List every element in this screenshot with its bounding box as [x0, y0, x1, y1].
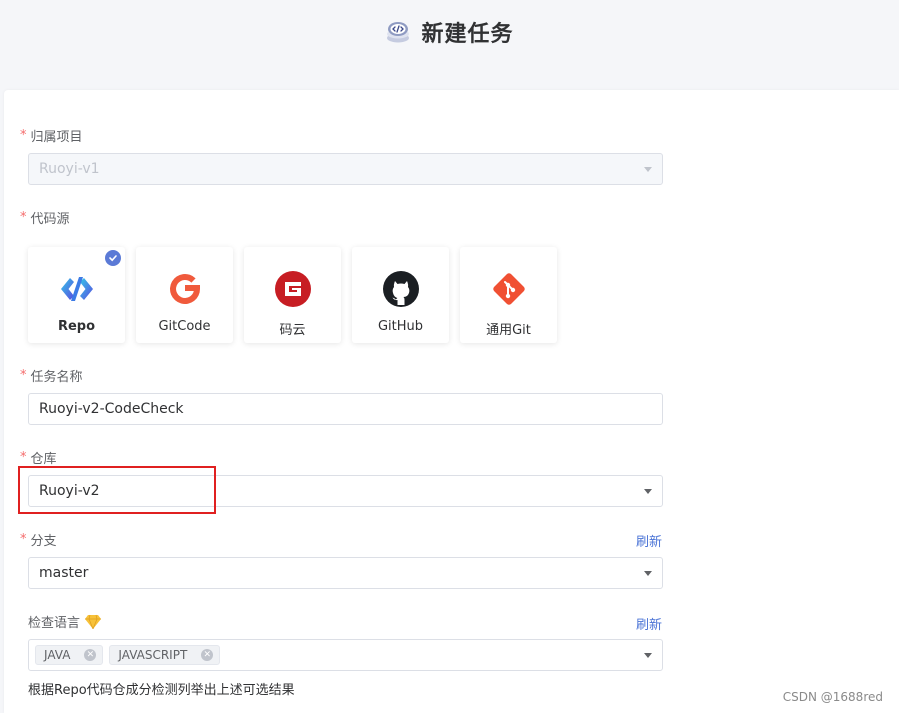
- required-mark: *: [20, 368, 27, 383]
- gitee-icon: [273, 269, 313, 309]
- branch-value: master: [39, 565, 89, 581]
- source-option-label: 通用Git: [486, 323, 531, 338]
- source-option-label: Repo: [57, 319, 96, 334]
- source-label: * 代码源: [20, 208, 70, 227]
- source-options: Repo GitCode 码云 GitHub 通用Git: [28, 247, 557, 343]
- language-tag-javascript: JAVASCRIPT ✕: [109, 645, 221, 665]
- branch-select[interactable]: master: [28, 557, 663, 589]
- language-multiselect[interactable]: JAVA ✕ JAVASCRIPT ✕: [28, 639, 663, 671]
- repository-label-text: 仓库: [30, 452, 57, 467]
- language-refresh-link[interactable]: 刷新: [636, 614, 662, 633]
- branch-refresh-link[interactable]: 刷新: [636, 531, 662, 550]
- git-icon: [489, 269, 529, 309]
- source-label-text: 代码源: [30, 212, 70, 227]
- github-icon: [381, 269, 421, 309]
- project-label-text: 归属项目: [30, 130, 83, 145]
- gitcode-icon: [165, 269, 205, 309]
- chevron-down-icon: [644, 571, 652, 576]
- task-name-label-text: 任务名称: [30, 370, 83, 385]
- required-mark: *: [20, 532, 27, 547]
- required-mark: *: [20, 128, 27, 143]
- close-icon[interactable]: ✕: [84, 649, 97, 661]
- tag-label: JAVASCRIPT: [118, 648, 188, 662]
- page-title: 新建任务: [421, 22, 514, 47]
- language-tag-java: JAVA ✕: [35, 645, 104, 665]
- source-option-label: 码云: [279, 323, 306, 338]
- header-inner: 新建任务: [385, 16, 513, 48]
- source-option-label: GitCode: [158, 319, 211, 334]
- check-icon: [105, 250, 121, 266]
- tag-label: JAVA: [44, 648, 71, 662]
- close-icon[interactable]: ✕: [201, 649, 214, 661]
- task-name-input[interactable]: Ruoyi-v2-CodeCheck: [28, 393, 663, 425]
- source-option-label: GitHub: [377, 319, 424, 334]
- chevron-down-icon: [644, 489, 652, 494]
- repo-icon: [57, 269, 97, 309]
- source-option-repo[interactable]: Repo: [28, 247, 125, 343]
- project-value: Ruoyi-v1: [39, 161, 100, 177]
- code-stack-icon: [387, 22, 410, 43]
- source-option-gitcode[interactable]: GitCode: [136, 247, 233, 343]
- form-card: * 归属项目 Ruoyi-v1 * 代码源 Repo GitCode 码云 Gi…: [4, 90, 899, 713]
- source-option-github[interactable]: GitHub: [352, 247, 449, 343]
- repository-label: * 仓库: [20, 448, 57, 467]
- chevron-down-icon: [644, 653, 652, 658]
- project-select[interactable]: Ruoyi-v1: [28, 153, 663, 185]
- language-label-text: 检查语言: [28, 616, 81, 631]
- project-label: * 归属项目: [20, 126, 83, 145]
- page-header: 新建任务: [0, 0, 899, 90]
- source-option-git[interactable]: 通用Git: [460, 247, 557, 343]
- task-name-label: * 任务名称: [20, 366, 83, 385]
- annotation-highlight-box: [18, 466, 216, 514]
- branch-label-text: 分支: [30, 534, 57, 549]
- diamond-icon: [85, 614, 102, 629]
- chevron-down-icon: [644, 167, 652, 172]
- required-mark: *: [20, 210, 27, 225]
- task-name-value: Ruoyi-v2-CodeCheck: [39, 401, 184, 417]
- language-help-text: 根据Repo代码仓成分检测列举出上述可选结果: [28, 683, 295, 698]
- required-mark: *: [20, 450, 27, 465]
- source-option-gitee[interactable]: 码云: [244, 247, 341, 343]
- branch-label: * 分支: [20, 530, 57, 549]
- language-label: 检查语言: [28, 612, 102, 631]
- watermark: CSDN @1688red: [782, 690, 883, 704]
